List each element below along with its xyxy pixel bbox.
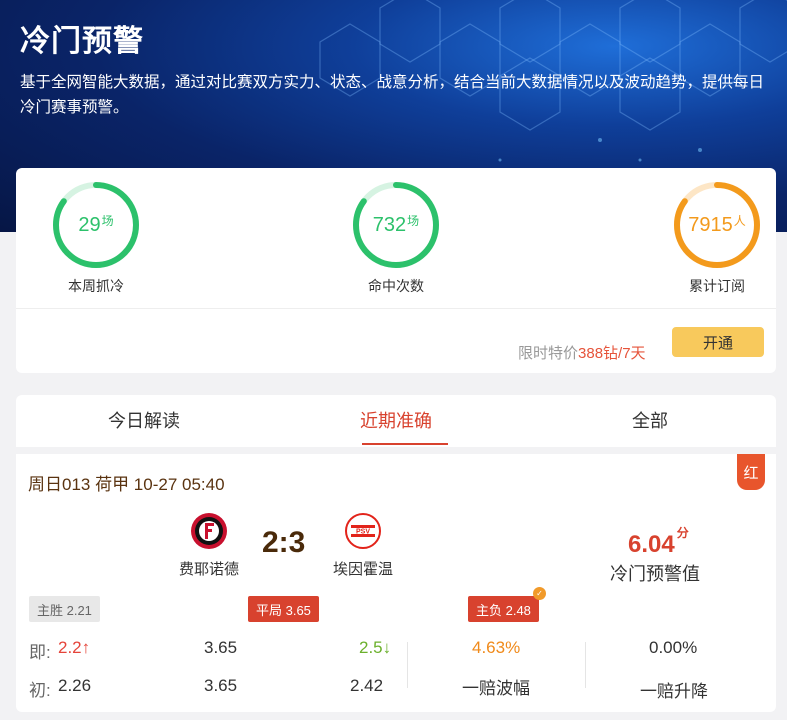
psv-logo-icon: PSV [345, 513, 381, 549]
page-title: 冷门预警 [20, 25, 144, 58]
progress-ring: 29 场 [51, 180, 141, 270]
tab-bar: 今日解读 近期准确 全部 [16, 395, 776, 447]
page-description: 基于全网智能大数据，通过对比赛双方实力、状态、战意分析，结合当前大数据情况以及波… [20, 74, 765, 116]
stat-label: 本周抓冷 [68, 278, 124, 294]
initial-away-odds: 2.42 [350, 676, 384, 695]
tab-recent-accurate[interactable]: 近期准确 [360, 407, 432, 433]
initial-draw-odds: 3.65 [204, 676, 238, 695]
initial-odds-label: 初: [29, 681, 51, 700]
match-header: 周日013 荷甲 10-27 05:40 [28, 475, 225, 494]
promo-price: 388钻/7天 [578, 345, 646, 362]
stat-hits: 732 场 命中次数 [346, 180, 446, 296]
warning-label: 冷门预警值 [610, 564, 700, 584]
rise-fall-label: 一赔升降 [640, 682, 708, 701]
feyenoord-logo-icon [191, 513, 227, 549]
stat-value: 29 场 [78, 213, 114, 236]
fluctuation-label: 一赔波幅 [462, 679, 530, 698]
check-icon: ✓ [533, 587, 546, 600]
tab-all[interactable]: 全部 [632, 407, 668, 433]
promo-text: 限时特价388钻/7天 [518, 345, 646, 362]
stat-label: 命中次数 [368, 278, 424, 294]
home-win-odds-tag: 主胜 2.21 [29, 596, 100, 622]
stat-subscribers: 7915 人 累计订阅 [667, 180, 767, 296]
stat-weekly-upsets: 29 场 本周抓冷 [46, 180, 146, 296]
arrow-down-icon: ↓ [382, 638, 392, 657]
fluctuation-value: 4.63% [472, 638, 521, 657]
divider [16, 308, 776, 309]
initial-home-odds: 2.26 [58, 676, 92, 695]
rise-fall-value: 0.00% [649, 638, 698, 657]
match-score: 2:3 [262, 526, 306, 559]
progress-ring: 7915 人 [672, 180, 762, 270]
away-loss-odds-tag: 主负 2.48 [468, 596, 539, 622]
stat-value: 7915 人 [688, 213, 746, 236]
arrow-up-icon: ↑ [81, 638, 91, 657]
warning-value: 6.04 分 [628, 526, 689, 558]
match-card[interactable]: 周日013 荷甲 10-27 05:40 红 费耶诺德 2:3 PSV 埃因霍温… [16, 454, 776, 712]
active-tab-indicator [362, 443, 448, 445]
column-divider [585, 642, 586, 688]
subscribe-button[interactable]: 开通 [672, 327, 764, 357]
svg-text:PSV: PSV [356, 529, 370, 536]
tab-today[interactable]: 今日解读 [108, 407, 180, 433]
current-home-odds: 2.2↑ [58, 638, 91, 657]
column-divider [407, 642, 408, 688]
away-team-name: 埃因霍温 [332, 561, 393, 578]
stat-label: 累计订阅 [689, 278, 745, 294]
current-odds-label: 即: [29, 643, 51, 662]
progress-ring: 732 场 [351, 180, 441, 270]
stats-card: 29 场 本周抓冷 732 场 命中次数 7915 人 累计订阅 限时特价388钻/7… [16, 168, 776, 373]
draw-odds-tag: 平局 3.65 [248, 596, 319, 622]
current-away-odds: 2.5↓ [359, 638, 392, 657]
home-team-name: 费耶诺德 [178, 561, 239, 578]
result-badge: 红 [737, 454, 765, 490]
stat-value: 732 场 [372, 213, 420, 236]
current-draw-odds: 3.65 [204, 638, 238, 657]
